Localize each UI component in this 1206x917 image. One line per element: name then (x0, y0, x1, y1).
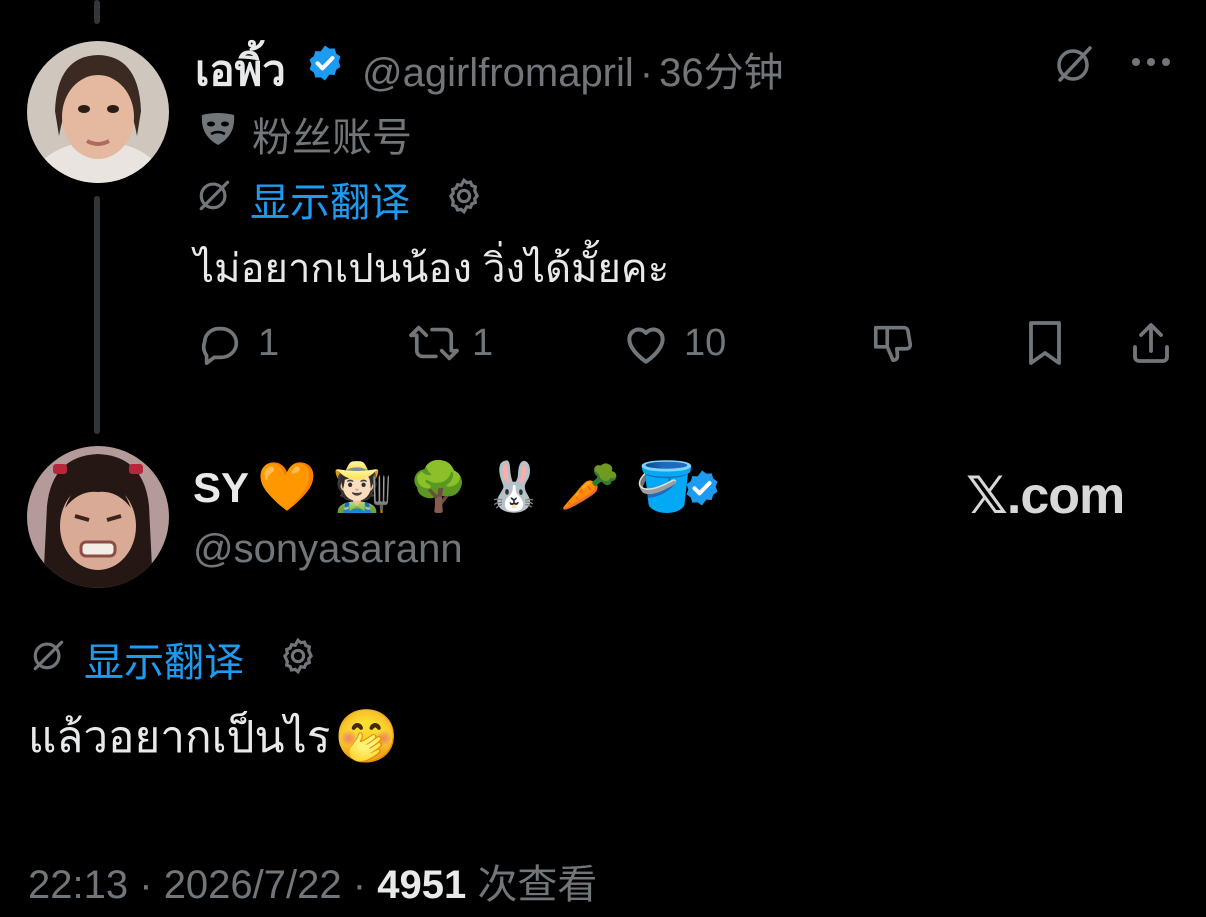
hand-over-mouth-emoji: 🤭 (334, 708, 400, 766)
main-tweet-text: แล้วอยากเป็นไร 🤭 (28, 702, 399, 772)
main-handle[interactable]: @sonyasarann (193, 527, 463, 572)
reply-count: 1 (258, 322, 280, 364)
dislike-icon[interactable] (866, 318, 920, 368)
view-label: 次查看 (477, 863, 598, 907)
tree-emoji: 🌳 (408, 461, 469, 514)
view-count[interactable]: 4951 (377, 863, 466, 907)
reply-icon[interactable] (194, 318, 246, 368)
parent-display-name[interactable]: เอพิ้ว (195, 38, 286, 104)
translate-icon (192, 173, 236, 217)
mask-icon (196, 107, 240, 151)
carrot-emoji: 🥕 (560, 461, 620, 514)
main-display-name[interactable]: SY 🧡 🧑🏻‍🌾 🌳 🐰 🥕 🪣 (193, 464, 696, 512)
tweet-time[interactable]: 22:13 (28, 863, 128, 907)
tweet-date[interactable]: 2026/7/22 (164, 863, 342, 907)
translate-icon (26, 633, 70, 677)
parent-avatar[interactable] (27, 41, 169, 183)
x-com-watermark: 𝕏.com (966, 467, 1125, 525)
main-tweet-text-content: แล้วอยากเป็นไร (28, 713, 331, 762)
verified-badge-icon (303, 41, 347, 85)
orange-heart-emoji: 🧡 (257, 461, 317, 514)
settings-icon[interactable] (275, 633, 321, 679)
show-translation-link[interactable]: 显示翻译 (250, 170, 410, 228)
tweet-footer: 22:13 · 2026/7/22 · 4951 次查看 (28, 852, 597, 910)
retweet-count: 1 (472, 322, 494, 364)
main-avatar[interactable] (27, 446, 169, 588)
grok-icon[interactable] (1050, 40, 1098, 88)
like-count: 10 (684, 322, 727, 364)
parent-handle[interactable]: @agirlfromapril · 36分钟 (362, 40, 784, 98)
share-icon[interactable] (1124, 316, 1178, 370)
settings-icon[interactable] (441, 173, 487, 219)
like-icon[interactable] (618, 318, 674, 368)
rabbit-emoji: 🐰 (484, 461, 545, 514)
parent-tweet-text: ไม่อยากเปนน้อง วิ่งได้มั้ยคะ (194, 247, 670, 291)
separator-dot: · (139, 863, 153, 907)
verified-badge-icon (680, 466, 724, 510)
parent-timestamp[interactable]: 36分钟 (659, 51, 784, 95)
more-icon[interactable] (1126, 46, 1176, 78)
fan-account-label: 粉丝账号 (252, 116, 412, 160)
bookmark-icon[interactable] (1020, 316, 1070, 370)
farmer-emoji: 🧑🏻‍🌾 (332, 461, 393, 514)
separator-dot: · (639, 51, 654, 95)
thread-connector-line (94, 196, 100, 434)
separator-dot: · (352, 863, 367, 907)
main-display-name-text: SY (193, 464, 250, 511)
show-translation-link[interactable]: 显示翻译 (84, 630, 244, 688)
retweet-icon[interactable] (404, 318, 464, 368)
thread-line-top (94, 0, 100, 24)
